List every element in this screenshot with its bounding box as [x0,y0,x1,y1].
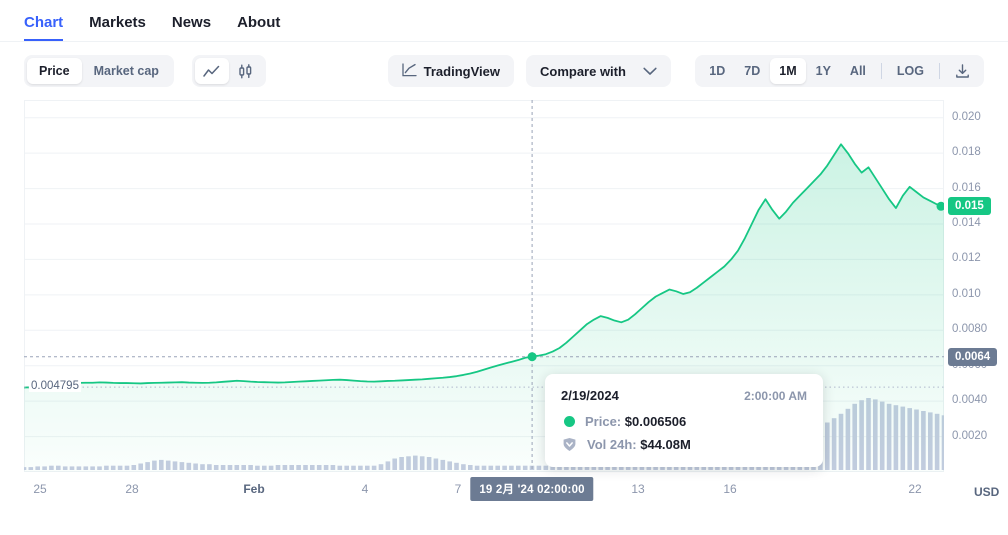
nav-tab-chart[interactable]: Chart [24,15,63,41]
line-chart-icon [402,63,417,80]
candlestick-chart-icon[interactable] [229,58,263,84]
x-axis-tick: 13 [631,482,644,496]
tooltip-header: 2/19/2024 2:00:00 AM [561,388,807,403]
compare-with-dropdown[interactable]: Compare with [526,55,671,87]
currency-label: USD [974,485,999,499]
price-chart[interactable]: 0.020 0.018 0.016 0.014 0.012 0.010 0.0080 0.00… [24,100,984,472]
crosshair-time-badge: 19 2月 '24 02:00:00 [470,477,593,501]
y-axis-tick: 0.0040 [952,394,987,406]
tooltip-time: 2:00:00 AM [744,389,807,403]
line-chart-icon[interactable] [195,58,229,84]
range-button-all[interactable]: All [841,58,875,84]
x-axis-tick: 28 [125,482,138,496]
tooltip-volume-value: $44.08M [640,437,691,452]
nav-tab-news[interactable]: News [172,15,211,41]
shield-icon [562,437,577,452]
tooltip-date: 2/19/2024 [561,388,619,403]
y-axis-tick: 0.0080 [952,323,987,335]
tooltip-price-row: Price: $0.006506 [561,414,807,429]
green-dot-icon [564,416,575,427]
range-button-1d[interactable]: 1D [700,58,734,84]
range-button-1m[interactable]: 1M [770,58,805,84]
chevron-down-icon [643,64,657,79]
x-axis-tick: 16 [723,482,736,496]
log-scale-button[interactable]: LOG [888,58,933,84]
min-price-label: 0.004795 [29,380,81,392]
tradingview-label: TradingView [424,64,500,79]
x-axis-tick: Feb [243,482,264,496]
x-axis-tick: 22 [908,482,921,496]
tooltip-price-value: $0.006506 [625,414,686,429]
main-nav-tabs: Chart Markets News About [0,0,1008,42]
time-range-group: 1D 7D 1M 1Y All LOG [695,55,984,87]
tradingview-button[interactable]: TradingView [388,55,514,87]
chart-tooltip: 2/19/2024 2:00:00 AM Price: $0.006506 Vo… [545,374,823,467]
y-axis-tick: 0.014 [952,217,981,229]
y-axis-tick: 0.012 [952,252,981,264]
x-axis-tick: 25 [33,482,46,496]
current-price-badge: 0.015 [948,197,991,215]
y-axis-tick: 0.016 [952,182,981,194]
tooltip-volume: Vol 24h: $44.08M [587,437,691,452]
chart-type-toggle-group [192,55,266,87]
metric-toggle-price[interactable]: Price [27,58,82,84]
metric-toggle-market-cap[interactable]: Market cap [82,58,171,84]
range-button-1y[interactable]: 1Y [807,58,840,84]
range-button-7d[interactable]: 7D [735,58,769,84]
tooltip-volume-label: Vol 24h: [587,437,637,452]
tooltip-price: Price: $0.006506 [585,414,686,429]
y-axis-tick: 0.0020 [952,430,987,442]
nav-tab-markets[interactable]: Markets [89,15,146,41]
y-axis-tick: 0.018 [952,146,981,158]
tooltip-volume-row: Vol 24h: $44.08M [561,437,807,452]
crosshair-price-badge: 0.0064 [948,348,997,366]
x-axis-tick: 4 [362,482,369,496]
x-axis-tick: 7 [455,482,462,496]
chart-toolbar: Price Market cap TradingView [0,42,1008,100]
y-axis-tick: 0.020 [952,111,981,123]
compare-with-label: Compare with [540,64,626,79]
metric-toggle-group: Price Market cap [24,55,174,87]
download-icon[interactable] [946,58,979,84]
toolbar-divider-1 [881,63,882,79]
y-axis-tick: 0.010 [952,288,981,300]
tooltip-price-label: Price: [585,414,621,429]
toolbar-divider-2 [939,63,940,79]
x-axis-ticks: 2528Feb471013162219 2月 '24 02:00:00 [24,472,944,512]
nav-tab-about[interactable]: About [237,15,280,41]
